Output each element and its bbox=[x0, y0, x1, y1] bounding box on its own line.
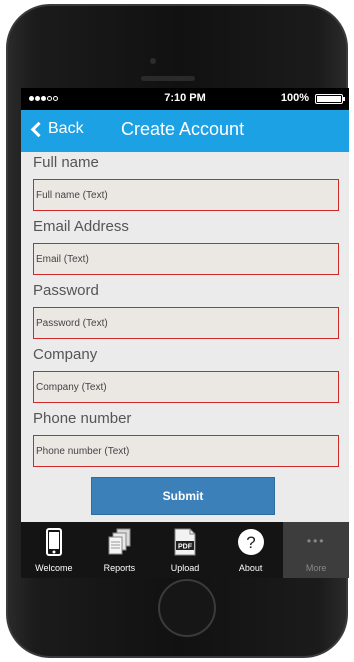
pdf-icon: PDF bbox=[174, 528, 196, 556]
tab-about[interactable]: ? About bbox=[218, 522, 284, 578]
phone-number-field[interactable] bbox=[33, 435, 339, 467]
full-name-label: Full name bbox=[33, 154, 99, 171]
tab-about-label: About bbox=[238, 563, 263, 573]
camera-icon bbox=[150, 58, 156, 64]
tab-bar: Welcome Reports PDF Upload ? About ••• M… bbox=[21, 522, 349, 578]
tab-upload[interactable]: PDF Upload bbox=[152, 522, 218, 578]
back-label: Back bbox=[48, 120, 84, 137]
tab-reports-label: Reports bbox=[103, 563, 136, 573]
phone-icon bbox=[45, 528, 62, 556]
tab-reports[interactable]: Reports bbox=[87, 522, 153, 578]
help-icon-text: ? bbox=[246, 533, 255, 552]
email-address-label: Email Address bbox=[33, 218, 129, 235]
home-button[interactable] bbox=[158, 579, 216, 637]
phone-number-label: Phone number bbox=[33, 410, 132, 427]
more-icon: ••• bbox=[306, 534, 326, 548]
chevron-left-icon bbox=[30, 121, 47, 137]
back-button[interactable]: Back bbox=[29, 120, 84, 138]
submit-button[interactable]: Submit bbox=[91, 477, 275, 515]
help-icon: ? bbox=[237, 529, 264, 555]
email-field[interactable] bbox=[33, 243, 339, 275]
navigation-bar: Back Create Account bbox=[21, 110, 349, 152]
battery-icon bbox=[315, 94, 345, 104]
tab-welcome-label: Welcome bbox=[35, 563, 73, 573]
company-field[interactable] bbox=[33, 371, 339, 403]
pdf-icon-text: PDF bbox=[178, 544, 193, 551]
company-label: Company bbox=[33, 346, 98, 363]
app-screen: 7:10 PM 100% Back Create Account Full na… bbox=[21, 88, 349, 578]
password-field[interactable] bbox=[33, 307, 339, 339]
status-bar: 7:10 PM 100% bbox=[21, 88, 349, 110]
page-title: Create Account bbox=[121, 119, 245, 139]
tab-more-label: More bbox=[305, 563, 327, 573]
password-label: Password bbox=[33, 282, 99, 299]
battery-percentage: 100% bbox=[280, 92, 309, 104]
full-name-field[interactable] bbox=[33, 179, 339, 211]
tab-more[interactable]: ••• More bbox=[283, 522, 349, 578]
documents-icon bbox=[108, 528, 131, 555]
tab-welcome[interactable]: Welcome bbox=[21, 522, 87, 578]
tab-upload-label: Upload bbox=[170, 563, 200, 573]
speaker-grille bbox=[141, 76, 195, 81]
battery-level bbox=[317, 96, 341, 102]
